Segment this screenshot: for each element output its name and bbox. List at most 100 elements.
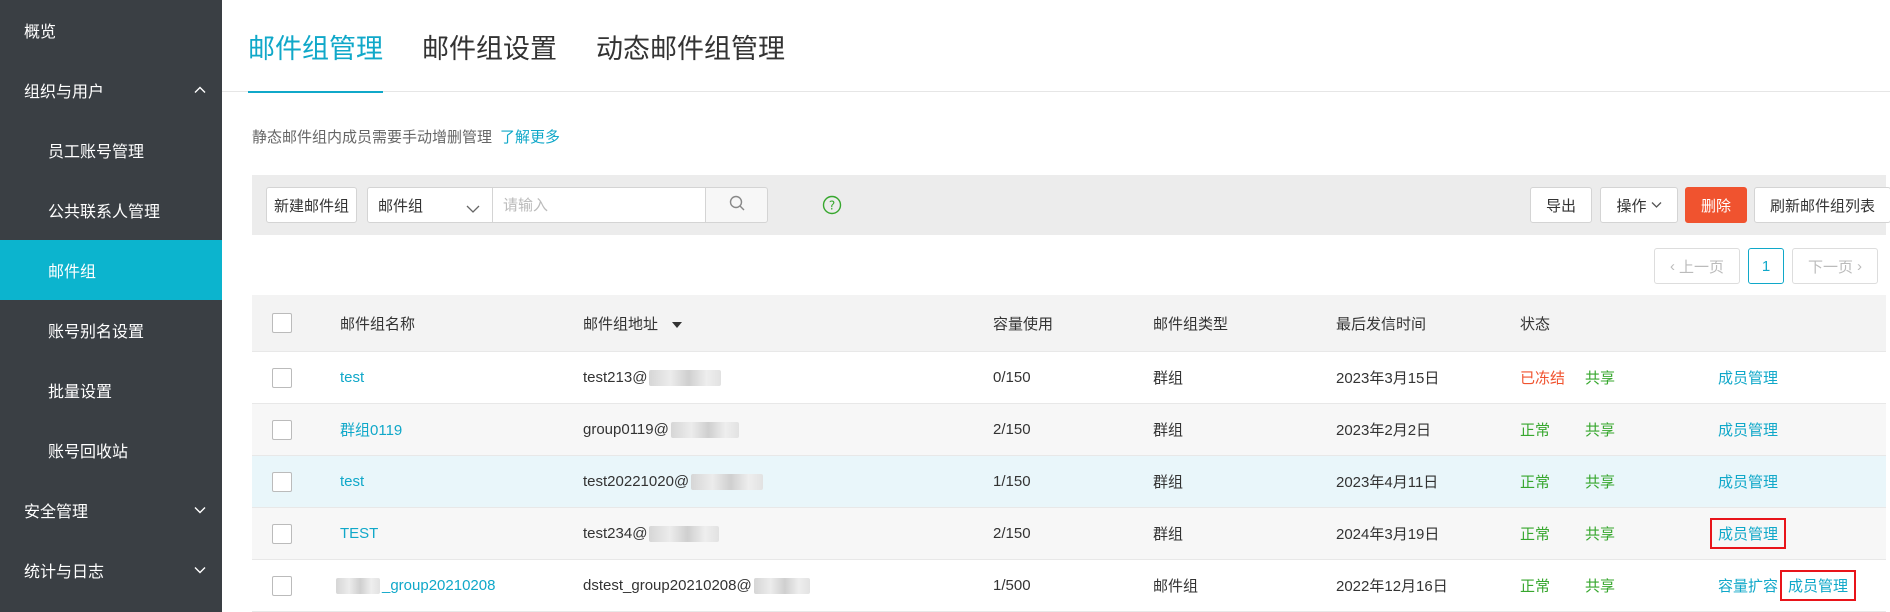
- capacity-expand-link[interactable]: 容量扩容: [1718, 560, 1778, 611]
- member-management-link[interactable]: 成员管理: [1710, 518, 1787, 549]
- capacity-usage: 0/150: [993, 369, 1031, 386]
- share-badge: 共享: [1585, 578, 1616, 595]
- sidebar-item-public-contacts[interactable]: 公共联系人管理: [0, 180, 222, 240]
- status-badge: 正常: [1520, 526, 1551, 543]
- group-address-text: group0119@: [583, 421, 669, 438]
- tab-mail-group-settings[interactable]: 邮件组设置: [422, 0, 557, 92]
- new-mail-group-button[interactable]: 新建邮件组: [266, 187, 357, 223]
- sidebar-item-batch-settings[interactable]: 批量设置: [0, 360, 222, 420]
- search-input[interactable]: [492, 187, 706, 223]
- sidebar-item-label: 安全管理: [24, 504, 89, 521]
- toolbar: 新建邮件组 邮件组 ? 导出 操作: [252, 175, 1890, 235]
- row-checkbox[interactable]: [272, 368, 292, 388]
- last-sent-time: 2023年4月11日: [1336, 474, 1439, 491]
- row-checkbox[interactable]: [272, 576, 292, 596]
- table-row: TEST test234@ 2/150 群组 2024年3月19日 正常 共享 …: [252, 508, 1886, 560]
- app-root: 概览 组织与用户 员工账号管理 公共联系人管理 邮件组 账号别名设置 批量设置 …: [0, 0, 1890, 612]
- member-management-link[interactable]: 成员管理: [1780, 570, 1857, 601]
- member-management-link[interactable]: 成员管理: [1718, 404, 1778, 455]
- column-header-capacity: 容量使用: [993, 315, 1054, 333]
- capacity-usage: 1/150: [993, 473, 1031, 490]
- row-checkbox[interactable]: [272, 524, 292, 544]
- svg-text:?: ?: [829, 199, 835, 213]
- column-header-name: 邮件组名称: [340, 315, 416, 333]
- column-header-status: 状态: [1520, 315, 1551, 333]
- share-badge: 共享: [1585, 370, 1616, 387]
- group-name-link[interactable]: test: [340, 352, 364, 403]
- table-row: test test20221020@ 1/150 群组 2023年4月11日 正…: [252, 456, 1886, 508]
- member-management-cell: 成员管理: [1710, 508, 1787, 559]
- help-icon[interactable]: ?: [822, 195, 842, 215]
- delete-button[interactable]: 删除: [1685, 187, 1747, 223]
- chevron-down-icon: [192, 562, 208, 578]
- prev-page-button[interactable]: ‹ 上一页: [1654, 248, 1740, 284]
- redacted-domain: [649, 525, 720, 542]
- tab-label: 邮件组设置: [422, 33, 557, 64]
- status-badge: 已冻结: [1520, 370, 1566, 387]
- group-name-link[interactable]: TEST: [340, 508, 378, 559]
- group-address: test213@: [583, 352, 722, 403]
- search-button[interactable]: [705, 187, 768, 223]
- group-name-link[interactable]: _group20210208: [336, 560, 495, 611]
- sidebar-item-mail-groups[interactable]: 邮件组: [0, 240, 222, 300]
- operations-dropdown[interactable]: 操作: [1600, 187, 1678, 223]
- chevron-up-icon: [192, 82, 208, 98]
- select-all-checkbox[interactable]: [272, 313, 292, 333]
- member-management-cell: 成员管理: [1780, 560, 1857, 611]
- group-name-text: _group20210208: [382, 577, 496, 594]
- export-button[interactable]: 导出: [1530, 187, 1592, 223]
- group-name-link[interactable]: 群组0119: [340, 404, 402, 455]
- tab-bar: 邮件组管理 邮件组设置 动态邮件组管理: [222, 0, 1890, 93]
- sidebar-item-security[interactable]: 安全管理: [0, 480, 222, 540]
- filter-select[interactable]: 邮件组: [367, 187, 493, 223]
- capacity-usage: 2/150: [993, 525, 1031, 542]
- next-page-button[interactable]: 下一页 ›: [1792, 248, 1878, 284]
- group-type: 邮件组: [1153, 578, 1199, 595]
- prev-page-label: 上一页: [1678, 258, 1724, 276]
- row-checkbox[interactable]: [272, 420, 292, 440]
- operations-label: 操作: [1616, 197, 1647, 215]
- last-sent-time: 2024年3月19日: [1336, 526, 1440, 543]
- refresh-list-button[interactable]: 刷新邮件组列表: [1754, 187, 1890, 223]
- notice-message: 静态邮件组内成员需要手动增删管理: [252, 129, 493, 146]
- share-badge: 共享: [1585, 526, 1616, 543]
- share-badge: 共享: [1585, 422, 1616, 439]
- column-header-address[interactable]: 邮件组地址: [583, 295, 683, 351]
- sidebar-item-employee-accounts[interactable]: 员工账号管理: [0, 120, 222, 180]
- capacity-usage: 1/500: [993, 577, 1031, 594]
- group-type: 群组: [1153, 422, 1184, 439]
- table-row: _group20210208 dstest_group20210208@ 1/5…: [252, 560, 1886, 612]
- group-address-text: test234@: [583, 525, 648, 542]
- sidebar-item-label: 批量设置: [48, 384, 113, 401]
- sidebar-item-label: 公共联系人管理: [48, 204, 161, 221]
- sidebar-item-label: 概览: [24, 24, 57, 41]
- sidebar: 概览 组织与用户 员工账号管理 公共联系人管理 邮件组 账号别名设置 批量设置 …: [0, 0, 222, 612]
- column-header-last-sent: 最后发信时间: [1336, 315, 1427, 333]
- sidebar-item-overview[interactable]: 概览: [0, 0, 222, 60]
- group-address-text: test20221020@: [583, 473, 690, 490]
- sort-caret-icon: [672, 315, 683, 332]
- tab-mail-group-management[interactable]: 邮件组管理: [248, 0, 383, 93]
- sidebar-item-org-users[interactable]: 组织与用户: [0, 60, 222, 120]
- member-management-link[interactable]: 成员管理: [1718, 352, 1778, 403]
- group-name-link[interactable]: test: [340, 456, 364, 507]
- table-header-row: 邮件组名称 邮件组地址 容量使用 邮件组类型 最后发信时间 状态: [252, 295, 1886, 352]
- learn-more-link[interactable]: 了解更多: [500, 129, 560, 146]
- sidebar-item-account-alias[interactable]: 账号别名设置: [0, 300, 222, 360]
- last-sent-time: 2023年3月15日: [1336, 370, 1440, 387]
- table-row: 群组0119 group0119@ 2/150 群组 2023年2月2日 正常 …: [252, 404, 1886, 456]
- group-address: test234@: [583, 508, 720, 559]
- column-header-label: 邮件组地址: [583, 315, 659, 333]
- group-address: dstest_group20210208@: [583, 560, 810, 611]
- sidebar-item-account-recycle[interactable]: 账号回收站: [0, 420, 222, 480]
- redacted-domain: [753, 577, 810, 594]
- sidebar-item-label: 员工账号管理: [48, 144, 145, 161]
- last-sent-time: 2023年2月2日: [1336, 422, 1432, 439]
- group-address: group0119@: [583, 404, 739, 455]
- member-management-link[interactable]: 成员管理: [1718, 456, 1778, 507]
- page-number-button[interactable]: 1: [1748, 248, 1784, 284]
- sidebar-item-stats-logs[interactable]: 统计与日志: [0, 540, 222, 600]
- sidebar-item-label: 统计与日志: [24, 564, 105, 581]
- row-checkbox[interactable]: [272, 472, 292, 492]
- tab-dynamic-mail-groups[interactable]: 动态邮件组管理: [596, 0, 785, 92]
